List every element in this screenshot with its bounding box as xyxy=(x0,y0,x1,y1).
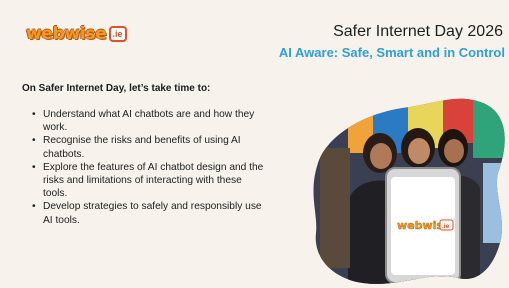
list-item: • Develop strategies to safely and respon… xyxy=(32,201,262,226)
intro-text: On Safer Internet Day, let’s take time t… xyxy=(22,83,211,94)
webwise-logo: webwise .ie xyxy=(26,23,127,45)
list-item: • Recognise the risks and benefits of usi… xyxy=(32,135,241,160)
students-photo: webwise .ie xyxy=(313,98,505,284)
goals-list: • Understand what AI chatbots are and how… xyxy=(30,108,316,227)
list-item: • Understand what AI chatbots are and how… xyxy=(32,109,255,134)
phone-logo-badge: .ie xyxy=(442,223,450,230)
logo-badge: .ie xyxy=(108,26,127,42)
logo-word: webwise xyxy=(26,24,107,44)
page-subtitle: AI Aware: Safe, Smart and in Control xyxy=(278,45,505,60)
list-item: • Explore the features of AI chatbot desi… xyxy=(32,161,264,200)
page-title: Safer Internet Day 2026 xyxy=(333,23,503,40)
